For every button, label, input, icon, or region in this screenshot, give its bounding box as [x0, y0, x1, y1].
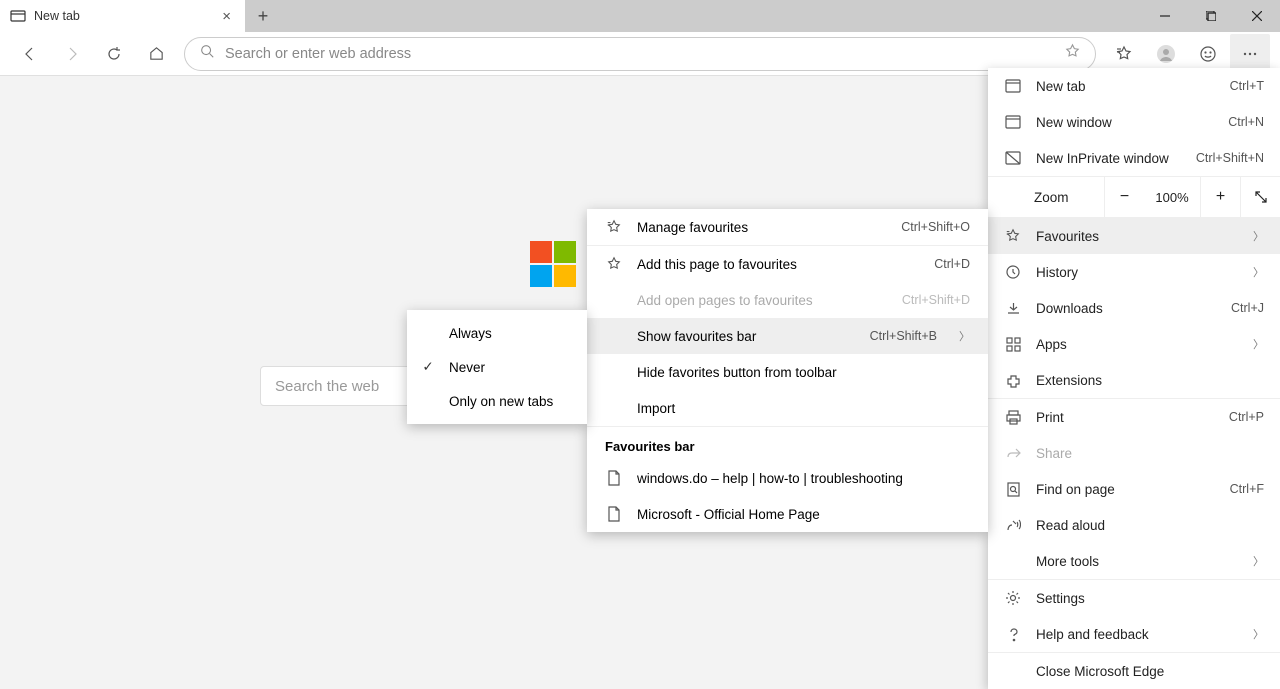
star-icon: [605, 256, 623, 272]
submenu-import[interactable]: Import: [587, 390, 988, 426]
fullscreen-button[interactable]: [1240, 176, 1280, 218]
tab-bar: New tab × +: [0, 0, 1280, 32]
search-icon: [199, 43, 215, 64]
menu-apps[interactable]: Apps〉: [988, 326, 1280, 362]
menu-print[interactable]: PrintCtrl+P: [988, 399, 1280, 435]
extensions-icon: [1004, 373, 1022, 388]
address-input[interactable]: [225, 46, 1054, 62]
chevron-right-icon: 〉: [1253, 228, 1264, 244]
menu-read-aloud[interactable]: Read aloud: [988, 507, 1280, 543]
favourites-bar-header: Favourites bar: [587, 427, 988, 460]
zoom-label: Zoom: [988, 190, 1104, 205]
menu-extensions[interactable]: Extensions: [988, 362, 1280, 398]
star-icon: [1004, 228, 1022, 244]
home-button[interactable]: [136, 34, 176, 74]
menu-new-tab[interactable]: New tabCtrl+T: [988, 68, 1280, 104]
submenu-manage-favourites[interactable]: Manage favouritesCtrl+Shift+O: [587, 209, 988, 245]
page-icon: [605, 506, 623, 522]
menu-share: Share: [988, 435, 1280, 471]
share-icon: [1004, 446, 1022, 461]
close-window-button[interactable]: [1234, 0, 1280, 32]
read-aloud-icon: [1004, 518, 1022, 533]
window-icon: [1004, 79, 1022, 93]
favorite-star-icon[interactable]: [1064, 43, 1081, 65]
maximize-button[interactable]: [1188, 0, 1234, 32]
menu-close-edge[interactable]: Close Microsoft Edge: [988, 653, 1280, 689]
chevron-right-icon: 〉: [1253, 336, 1264, 352]
chevron-right-icon: 〉: [959, 328, 970, 344]
page-icon: [10, 8, 26, 24]
flyout-always[interactable]: Always: [407, 316, 587, 350]
submenu-add-page[interactable]: Add this page to favouritesCtrl+D: [587, 246, 988, 282]
zoom-out-button[interactable]: −: [1104, 176, 1144, 218]
menu-history[interactable]: History〉: [988, 254, 1280, 290]
menu-favourites[interactable]: Favourites〉: [988, 218, 1280, 254]
minimize-button[interactable]: [1142, 0, 1188, 32]
menu-new-window[interactable]: New windowCtrl+N: [988, 104, 1280, 140]
flyout-only-new-tabs[interactable]: Only on new tabs: [407, 384, 587, 418]
chevron-right-icon: 〉: [1253, 264, 1264, 280]
check-icon: ✓: [419, 359, 437, 375]
page-icon: [605, 470, 623, 486]
menu-zoom: Zoom − 100% +: [988, 176, 1280, 218]
star-list-icon: [605, 219, 623, 235]
zoom-value: 100%: [1144, 190, 1200, 205]
window-controls: [1142, 0, 1280, 32]
submenu-add-open-pages: Add open pages to favouritesCtrl+Shift+D: [587, 282, 988, 318]
help-icon: [1004, 627, 1022, 642]
inprivate-icon: [1004, 151, 1022, 165]
address-bar[interactable]: [184, 37, 1096, 71]
zoom-in-button[interactable]: +: [1200, 176, 1240, 218]
search-placeholder: Search the web: [275, 378, 379, 395]
submenu-show-favourites-bar[interactable]: Show favourites barCtrl+Shift+B〉: [587, 318, 988, 354]
menu-settings[interactable]: Settings: [988, 580, 1280, 616]
apps-icon: [1004, 337, 1022, 352]
history-icon: [1004, 264, 1022, 280]
favourite-link-2[interactable]: Microsoft - Official Home Page: [587, 496, 988, 532]
menu-find[interactable]: Find on pageCtrl+F: [988, 471, 1280, 507]
refresh-button[interactable]: [94, 34, 134, 74]
new-tab-button[interactable]: +: [245, 0, 281, 32]
tab-title: New tab: [34, 9, 80, 23]
submenu-hide-favorites-button[interactable]: Hide favorites button from toolbar: [587, 354, 988, 390]
favourite-link-1[interactable]: windows.do – help | how-to | troubleshoo…: [587, 460, 988, 496]
flyout-never[interactable]: ✓Never: [407, 350, 587, 384]
chevron-right-icon: 〉: [1253, 553, 1264, 569]
find-icon: [1004, 482, 1022, 497]
back-button[interactable]: [10, 34, 50, 74]
window-icon: [1004, 115, 1022, 129]
microsoft-logo: [530, 241, 576, 287]
menu-downloads[interactable]: DownloadsCtrl+J: [988, 290, 1280, 326]
print-icon: [1004, 410, 1022, 425]
main-menu: New tabCtrl+T New windowCtrl+N New InPri…: [988, 68, 1280, 689]
menu-help[interactable]: Help and feedback〉: [988, 616, 1280, 652]
menu-more-tools[interactable]: More tools〉: [988, 543, 1280, 579]
browser-tab[interactable]: New tab ×: [0, 0, 245, 32]
show-favourites-bar-flyout: Always ✓Never Only on new tabs: [407, 310, 587, 424]
close-tab-button[interactable]: ×: [218, 8, 235, 25]
favourites-submenu: Manage favouritesCtrl+Shift+O Add this p…: [587, 209, 988, 532]
gear-icon: [1004, 590, 1022, 606]
download-icon: [1004, 301, 1022, 316]
menu-inprivate[interactable]: New InPrivate windowCtrl+Shift+N: [988, 140, 1280, 176]
forward-button[interactable]: [52, 34, 92, 74]
